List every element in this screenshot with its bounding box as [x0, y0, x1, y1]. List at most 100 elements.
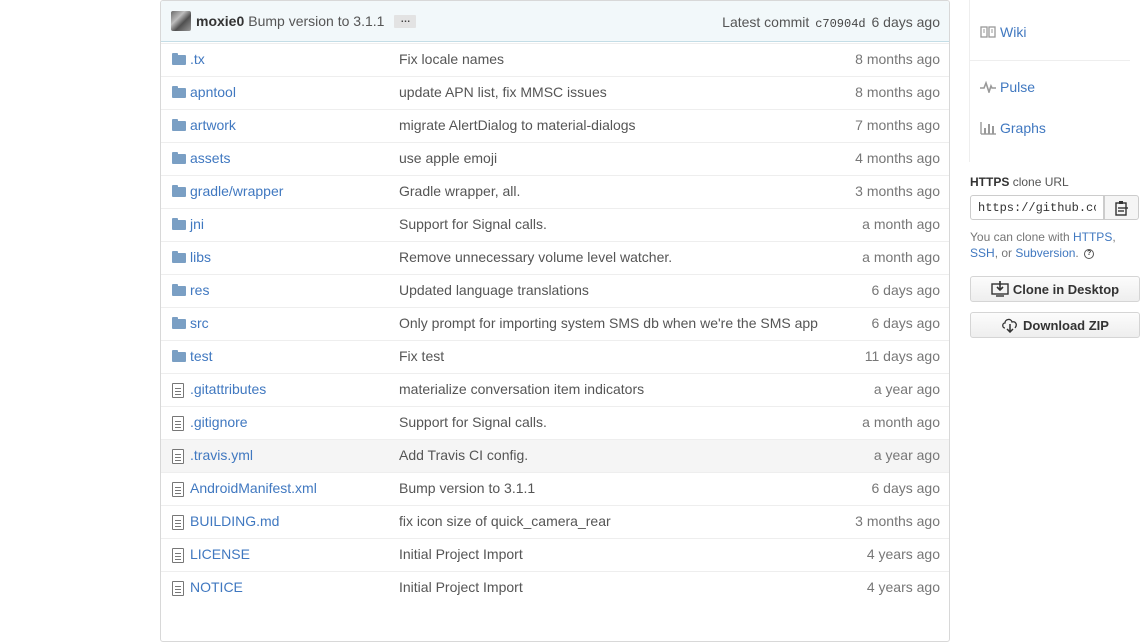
commit-message-link[interactable]: Bump version to 3.1.1 — [399, 480, 535, 496]
download-zip-button[interactable]: Download ZIP — [970, 312, 1140, 338]
file-shape — [172, 383, 184, 398]
commit-message-link[interactable]: materialize conversation item indicators — [399, 381, 644, 397]
copy-to-clipboard-button[interactable] — [1104, 195, 1139, 220]
file-age: 6 days ago — [871, 315, 941, 331]
table-row: BUILDING.md fix icon size of quick_camera… — [161, 505, 949, 538]
commit-message-link[interactable]: Gradle wrapper, all. — [399, 183, 520, 199]
commit-author[interactable]: moxie0 — [196, 13, 244, 29]
table-row: res Updated language translations 6 days a… — [161, 274, 949, 307]
file-name-link[interactable]: .gitignore — [190, 414, 248, 430]
sidebar-item-graphs[interactable]: Graphs — [980, 120, 1046, 136]
folder-icon — [171, 251, 187, 267]
graph-icon — [980, 122, 996, 135]
commit-message-link[interactable]: migrate AlertDialog to material-dialogs — [399, 117, 636, 133]
https-link[interactable]: HTTPS — [1073, 230, 1112, 244]
author-avatar[interactable] — [171, 11, 191, 31]
file-age: 6 days ago — [871, 480, 941, 496]
clone-url-input[interactable] — [970, 195, 1104, 220]
folder-shape — [172, 86, 186, 98]
folder-icon — [171, 53, 187, 69]
folder-icon — [171, 119, 187, 135]
file-icon — [171, 548, 187, 564]
commit-age: 6 days ago — [871, 14, 941, 30]
file-icon — [171, 449, 187, 465]
file-navigation-table: moxie0 Bump version to 3.1.1 … Latest co… — [160, 0, 950, 642]
desktop-download-icon — [991, 281, 1009, 297]
file-name-link[interactable]: src — [190, 315, 209, 331]
commit-message-link[interactable]: Support for Signal calls. — [399, 414, 547, 430]
file-name-link[interactable]: NOTICE — [190, 579, 243, 595]
file-name-link[interactable]: test — [190, 348, 213, 364]
latest-commit-bar: moxie0 Bump version to 3.1.1 … Latest co… — [161, 1, 949, 42]
table-row: .tx Fix locale names 8 months ago — [161, 43, 949, 76]
book-icon — [980, 26, 996, 38]
commit-sha[interactable]: c70904d — [815, 17, 865, 31]
subversion-link[interactable]: Subversion — [1015, 246, 1075, 260]
folder-icon — [171, 284, 187, 300]
folder-icon — [171, 218, 187, 234]
file-age: a month ago — [862, 414, 940, 430]
folder-shape — [172, 218, 186, 230]
file-name-link[interactable]: .gitattributes — [190, 381, 266, 397]
file-age: a year ago — [873, 381, 940, 397]
folder-icon — [171, 317, 187, 333]
commit-message-link[interactable]: update APN list, fix MMSC issues — [399, 84, 607, 100]
sidebar-item-wiki[interactable]: Wiki — [980, 24, 1026, 40]
table-row: AndroidManifest.xml Bump version to 3.1.1… — [161, 472, 949, 505]
file-age: a month ago — [862, 216, 940, 232]
sidebar-item-label: Wiki — [1000, 24, 1027, 40]
file-name-link[interactable]: artwork — [190, 117, 236, 133]
commit-message-link[interactable]: Only prompt for importing system SMS db … — [399, 315, 818, 331]
table-row: libs Remove unnecessary volume level watc… — [161, 241, 949, 274]
clone-url-label: clone URL — [1012, 175, 1069, 189]
file-name-link[interactable]: res — [190, 282, 209, 298]
folder-shape — [172, 53, 186, 65]
commit-message-link[interactable]: Initial Project Import — [399, 546, 523, 562]
commit-message-link[interactable]: Fix locale names — [399, 51, 504, 67]
table-row: gradle/wrapper Gradle wrapper, all. 3 mont… — [161, 175, 949, 208]
commit-message-link[interactable]: use apple emoji — [399, 150, 497, 166]
file-name-link[interactable]: jni — [190, 216, 204, 232]
file-name-link[interactable]: assets — [190, 150, 230, 166]
commit-message-link[interactable]: fix icon size of quick_camera_rear — [399, 513, 611, 529]
file-shape — [172, 482, 184, 497]
help-or: , or — [994, 246, 1013, 260]
commit-message-link[interactable]: Remove unnecessary volume level watcher. — [399, 249, 672, 265]
file-name-link[interactable]: apntool — [190, 84, 236, 100]
file-icon — [171, 383, 187, 399]
file-name-link[interactable]: .travis.yml — [190, 447, 253, 463]
table-row: artwork migrate AlertDialog to material-d… — [161, 109, 949, 142]
table-row: test Fix test 11 days ago — [161, 340, 949, 373]
help-period: . — [1075, 246, 1079, 260]
file-age: 4 months ago — [855, 150, 940, 166]
expand-commit-button[interactable]: … — [394, 14, 417, 28]
cloud-download-icon — [1002, 318, 1017, 333]
file-icon — [171, 416, 187, 432]
sidebar-item-pulse[interactable]: Pulse — [980, 79, 1035, 95]
clone-help-prefix: You can clone with — [970, 230, 1070, 244]
file-name-link[interactable]: .tx — [190, 51, 205, 67]
folder-icon — [171, 350, 187, 366]
file-name-link[interactable]: LICENSE — [190, 546, 250, 562]
commit-message-link[interactable]: Add Travis CI config. — [399, 447, 528, 463]
table-row: assets use apple emoji 4 months ago — [161, 142, 949, 175]
clone-in-desktop-button[interactable]: Clone in Desktop — [970, 276, 1140, 302]
file-name-link[interactable]: AndroidManifest.xml — [190, 480, 317, 496]
ssh-link[interactable]: SSH — [970, 246, 995, 260]
file-name-link[interactable]: libs — [190, 249, 211, 265]
commit-message-link[interactable]: Fix test — [399, 348, 444, 364]
file-name-link[interactable]: gradle/wrapper — [190, 183, 283, 199]
commit-message-link[interactable]: Support for Signal calls. — [399, 216, 547, 232]
commit-message[interactable]: Bump version to 3.1.1 — [248, 13, 384, 29]
latest-commit-info: Latest commit c70904d 6 days ago — [722, 14, 940, 31]
file-name-link[interactable]: BUILDING.md — [190, 513, 279, 529]
help-icon[interactable]: ? — [1084, 248, 1095, 259]
commit-message-link[interactable]: Updated language translations — [399, 282, 589, 298]
file-age: a month ago — [862, 249, 940, 265]
clone-protocol: HTTPS — [970, 175, 1010, 189]
commit-message-link[interactable]: Initial Project Import — [399, 579, 523, 595]
folder-icon — [171, 185, 187, 201]
clone-in-desktop-label: Clone in Desktop — [1012, 281, 1120, 297]
clone-url-heading: HTTPS clone URL — [970, 175, 1069, 189]
table-row: jni Support for Signal calls. a month ago — [161, 208, 949, 241]
